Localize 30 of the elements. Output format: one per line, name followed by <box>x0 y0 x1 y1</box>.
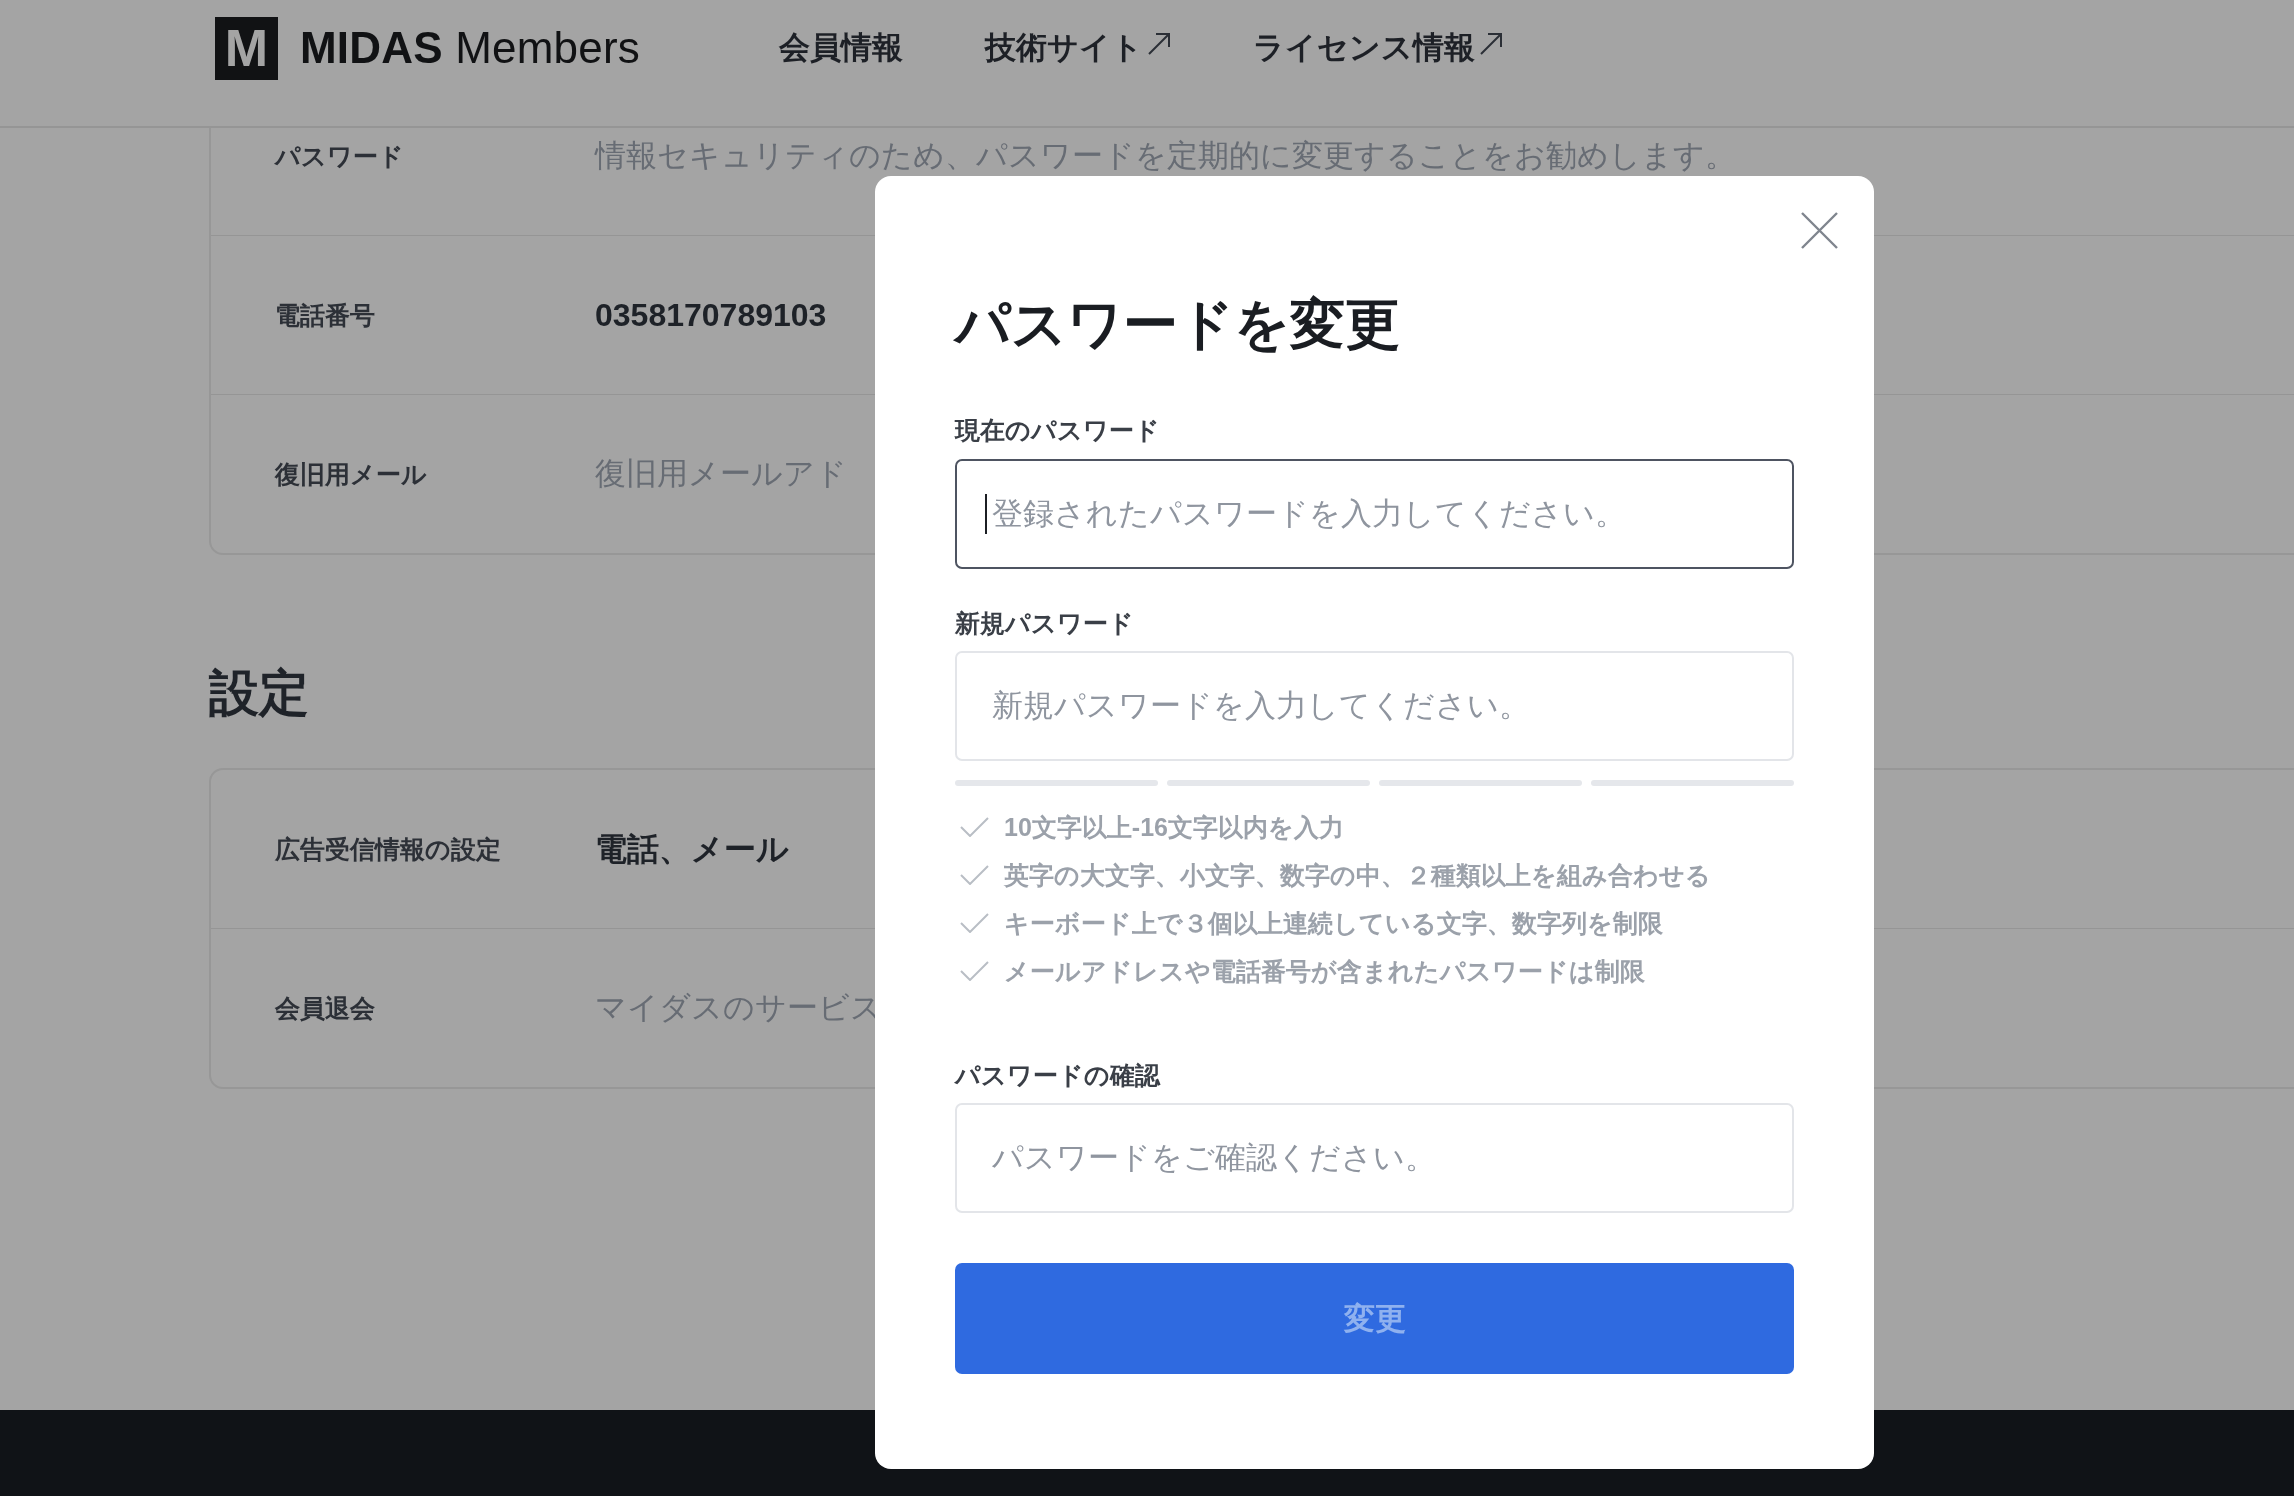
row-label: パスワード <box>275 141 404 171</box>
row-value: マイダスのサービス <box>595 989 882 1027</box>
field-label: 新規パスワード <box>955 608 1134 639</box>
row-value: 電話、メール <box>595 829 789 869</box>
nav-link[interactable]: 会員情報 <box>779 28 903 68</box>
field-label: パスワードの確認 <box>955 1060 1160 1091</box>
row-label: 広告受信情報の設定 <box>275 834 501 864</box>
nav-link[interactable]: ライセンス情報 <box>1253 28 1503 68</box>
requirement-text: 英字の大文字、小文字、数字の中、２種類以上を組み合わせる <box>1004 860 1711 890</box>
nav-link[interactable]: 技術サイト <box>985 28 1171 68</box>
requirement-text: 10文字以上-16文字以内を入力 <box>1004 812 1344 842</box>
row-label: 電話番号 <box>275 300 375 330</box>
text-cursor-icon <box>985 494 987 534</box>
field-label: 現在のパスワード <box>955 415 1160 446</box>
dialog-title: パスワードを変更 <box>955 292 1400 357</box>
logo-text: MIDAS Members <box>300 23 640 73</box>
logo-mark: M <box>215 16 278 80</box>
requirement-text: メールアドレスや電話番号が含まれたパスワードは制限 <box>1004 956 1645 986</box>
row-label: 復旧用メール <box>275 459 427 489</box>
password-field[interactable]: 登録されたパスワードを入力してください。 <box>955 459 1794 569</box>
close-icon <box>1801 212 1838 249</box>
arrow-up-right-icon <box>1147 32 1171 56</box>
arrow-up-right-icon <box>1479 32 1503 56</box>
close-button[interactable] <box>1801 212 1838 249</box>
requirement-text: キーボード上で３個以上連続している文字、数字列を制限 <box>1004 908 1663 938</box>
row-value: 情報セキュリティのため、パスワードを定期的に変更することをお勧めします。 <box>595 137 1736 175</box>
row-label: 会員退会 <box>275 993 375 1023</box>
row-value: 復旧用メールアド <box>595 455 847 493</box>
section-title: 設定 <box>209 664 309 723</box>
row-value: 0358170789103 <box>595 295 827 335</box>
